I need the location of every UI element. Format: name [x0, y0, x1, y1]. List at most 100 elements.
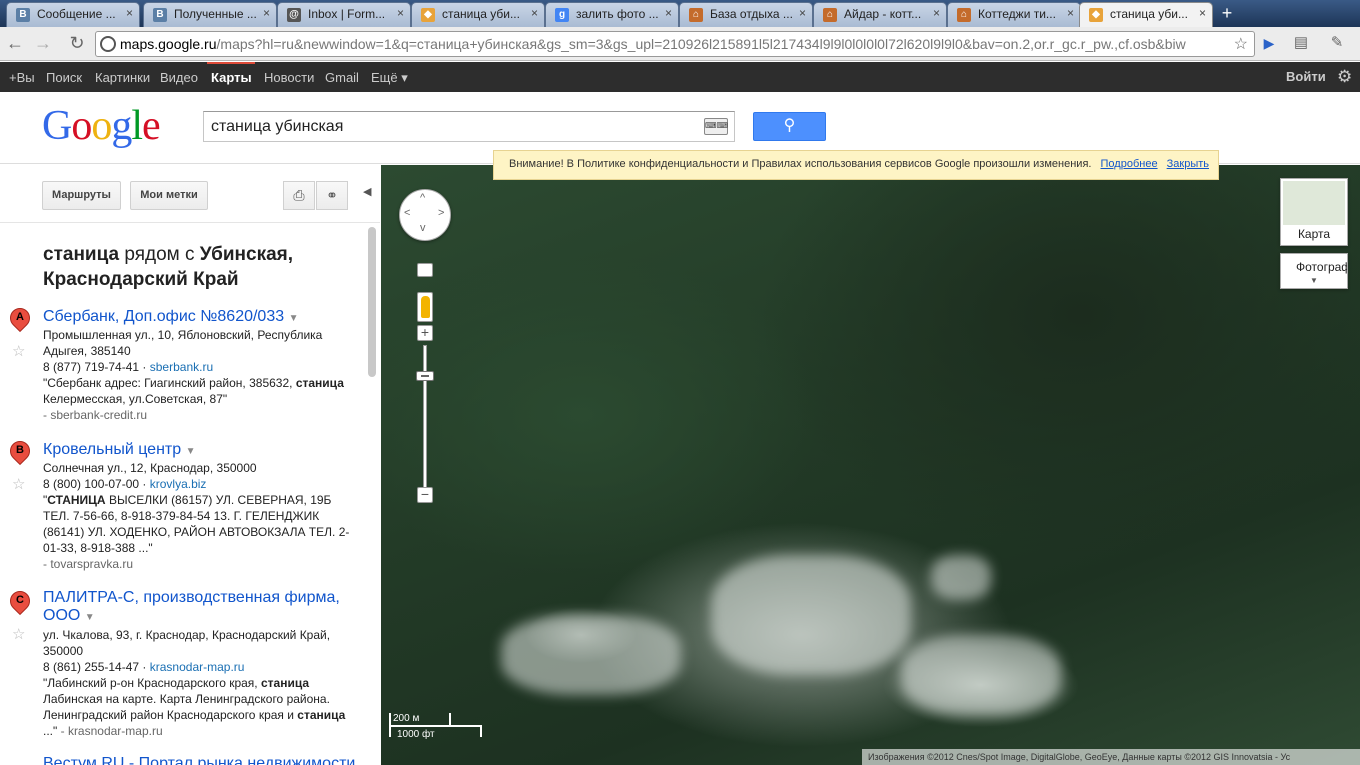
bookmark-star-icon[interactable]: ☆ — [1234, 34, 1248, 54]
marker-a-icon[interactable]: A — [5, 303, 35, 338]
star-icon[interactable]: ☆ — [12, 625, 25, 643]
search-box: ⌨⌨ — [203, 111, 735, 142]
pan-left-icon[interactable]: < — [404, 207, 410, 219]
pan-up-icon[interactable]: ^ — [420, 192, 425, 204]
notice-close-link[interactable]: Закрыть — [1167, 158, 1209, 170]
map-type-button[interactable]: Карта — [1280, 178, 1348, 246]
marker-c-icon[interactable]: C — [5, 586, 35, 621]
forward-arrow-icon[interactable]: → — [32, 33, 54, 55]
gbar-video[interactable]: Видео — [160, 70, 198, 85]
scale-metric: 200 м — [393, 713, 420, 724]
tab-close-icon[interactable]: × — [1067, 6, 1074, 20]
tab-title: Сообщение ... — [37, 7, 116, 21]
browser-tab-strip: В Сообщение ... × В Полученные ... × @ I… — [0, 0, 1360, 27]
zoom-in-button[interactable]: + — [417, 325, 433, 341]
reload-icon[interactable]: ↻ — [66, 33, 88, 55]
tab-close-icon[interactable]: × — [531, 6, 538, 20]
result-name-link[interactable]: Вестум.RU - Портал рынка недвижимости — [43, 755, 355, 765]
vk-favicon-icon: В — [16, 8, 30, 22]
gbar-maps[interactable]: Карты — [211, 70, 252, 85]
play-icon[interactable]: ▶ — [1258, 33, 1280, 55]
pan-right-icon[interactable]: > — [438, 207, 444, 219]
zoom-slider-track[interactable] — [423, 345, 427, 493]
page-menu-icon[interactable]: ▤ — [1290, 33, 1312, 55]
keyboard-icon[interactable]: ⌨⌨ — [704, 118, 728, 135]
result-site-link[interactable]: sberbank.ru — [150, 360, 213, 374]
pan-control[interactable]: ^ < > v — [399, 189, 451, 241]
my-places-button[interactable]: Мои метки — [130, 181, 208, 210]
gbar-gmail[interactable]: Gmail — [325, 70, 359, 85]
back-arrow-icon[interactable]: ← — [4, 33, 26, 55]
house-favicon-icon: ⌂ — [689, 8, 703, 22]
browser-tab[interactable]: g залить фото ... × — [545, 2, 679, 27]
maps-favicon-icon: ◆ — [1089, 8, 1103, 22]
tab-close-icon[interactable]: × — [397, 6, 404, 20]
house-favicon-icon: ⌂ — [957, 8, 971, 22]
search-button[interactable]: ⚲ — [753, 112, 826, 141]
settings-gear-icon[interactable]: ⚙ — [1337, 67, 1352, 87]
login-link[interactable]: Войти — [1286, 69, 1326, 84]
star-icon[interactable]: ☆ — [12, 475, 25, 493]
gbar-images[interactable]: Картинки — [95, 70, 150, 85]
tab-title: Коттеджи ти... — [978, 7, 1056, 21]
tab-close-icon[interactable]: × — [799, 6, 806, 20]
star-icon[interactable]: ☆ — [12, 342, 25, 360]
result-name-link[interactable]: Кровельный центр ▼ — [43, 441, 196, 459]
tab-title: Полученные ... — [174, 7, 257, 21]
google-nav-bar: +Вы Поиск Картинки Видео Карты Новости G… — [0, 62, 1360, 92]
print-icon[interactable]: ⎙ — [283, 181, 315, 210]
result-details: ул. Чкалова, 93, г. Краснодар, Краснодар… — [43, 628, 346, 738]
tab-close-icon[interactable]: × — [1199, 6, 1206, 20]
gbar-search[interactable]: Поиск — [46, 70, 82, 85]
browser-tab[interactable]: В Полученные ... × — [143, 2, 277, 27]
tab-title: залить фото ... — [576, 7, 659, 21]
browser-tab[interactable]: В Сообщение ... × — [6, 2, 140, 27]
terrain-snow — [931, 555, 991, 600]
address-bar[interactable]: maps.google.ru/maps?hl=ru&newwindow=1&q=… — [95, 31, 1255, 57]
result-site-link[interactable]: krovlya.biz — [150, 477, 207, 491]
zoom-slider-thumb[interactable] — [416, 371, 434, 381]
browser-tab[interactable]: ⌂ База отдыха ... × — [679, 2, 813, 27]
scale-imperial: 1000 фт — [397, 729, 435, 740]
url-text: maps.google.ru/maps?hl=ru&newwindow=1&q=… — [120, 36, 1230, 52]
zoom-out-button[interactable]: − — [417, 487, 433, 503]
wrench-icon[interactable]: ✎ — [1326, 33, 1348, 55]
scale-bar: 200 м 1000 фт — [389, 713, 484, 740]
routes-button[interactable]: Маршруты — [42, 181, 121, 210]
gbar-news[interactable]: Новости — [264, 70, 314, 85]
collapse-panel-icon[interactable]: ◀ — [363, 185, 371, 198]
pan-down-icon[interactable]: v — [420, 222, 426, 234]
new-tab-button[interactable]: + — [1214, 4, 1240, 23]
result-site-link[interactable]: krasnodar-map.ru — [150, 660, 245, 674]
tab-title: станица уби... — [442, 7, 520, 21]
browser-tab[interactable]: @ Inbox | Form... × — [277, 2, 411, 27]
tab-title: станица уби... — [1110, 7, 1188, 21]
search-input[interactable] — [204, 112, 694, 141]
google-logo[interactable]: Google — [42, 102, 161, 150]
location-dot-icon[interactable] — [417, 263, 433, 277]
browser-tab[interactable]: ◆ станица уби... × — [411, 2, 545, 27]
result-name-link[interactable]: Сбербанк, Доп.офис №8620/033 ▼ — [43, 308, 298, 326]
vk-favicon-icon: В — [153, 8, 167, 22]
satellite-map[interactable]: ^ < > v + − Карта Фотограф ▼ 200 м 1000 … — [381, 165, 1360, 765]
gbar-plus[interactable]: +Вы — [9, 70, 35, 85]
link-icon[interactable]: ⚭ — [316, 181, 348, 210]
photo-layer-button[interactable]: Фотограф ▼ — [1280, 253, 1348, 289]
tab-close-icon[interactable]: × — [933, 6, 940, 20]
result-name-link[interactable]: ПАЛИТРА-С, производственная фирма, ООО ▼ — [43, 589, 353, 627]
browser-toolbar: ← → ↻ maps.google.ru/maps?hl=ru&newwindo… — [0, 27, 1360, 61]
browser-tab[interactable]: ⌂ Айдар - котт... × — [813, 2, 947, 27]
gbar-more[interactable]: Ещё ▾ — [371, 70, 408, 86]
browser-tab-active[interactable]: ◆ станица уби... × — [1079, 2, 1213, 27]
map-thumbnail — [1283, 181, 1345, 225]
notice-more-link[interactable]: Подробнее — [1101, 158, 1158, 170]
panel-scrollbar[interactable] — [368, 227, 376, 377]
tab-close-icon[interactable]: × — [263, 6, 270, 20]
pegman-icon[interactable] — [417, 292, 433, 322]
google-favicon-icon: g — [555, 8, 569, 22]
terrain-snow — [711, 555, 911, 675]
tab-close-icon[interactable]: × — [665, 6, 672, 20]
tab-close-icon[interactable]: × — [126, 6, 133, 20]
browser-tab[interactable]: ⌂ Коттеджи ти... × — [947, 2, 1081, 27]
marker-b-icon[interactable]: B — [5, 436, 35, 471]
